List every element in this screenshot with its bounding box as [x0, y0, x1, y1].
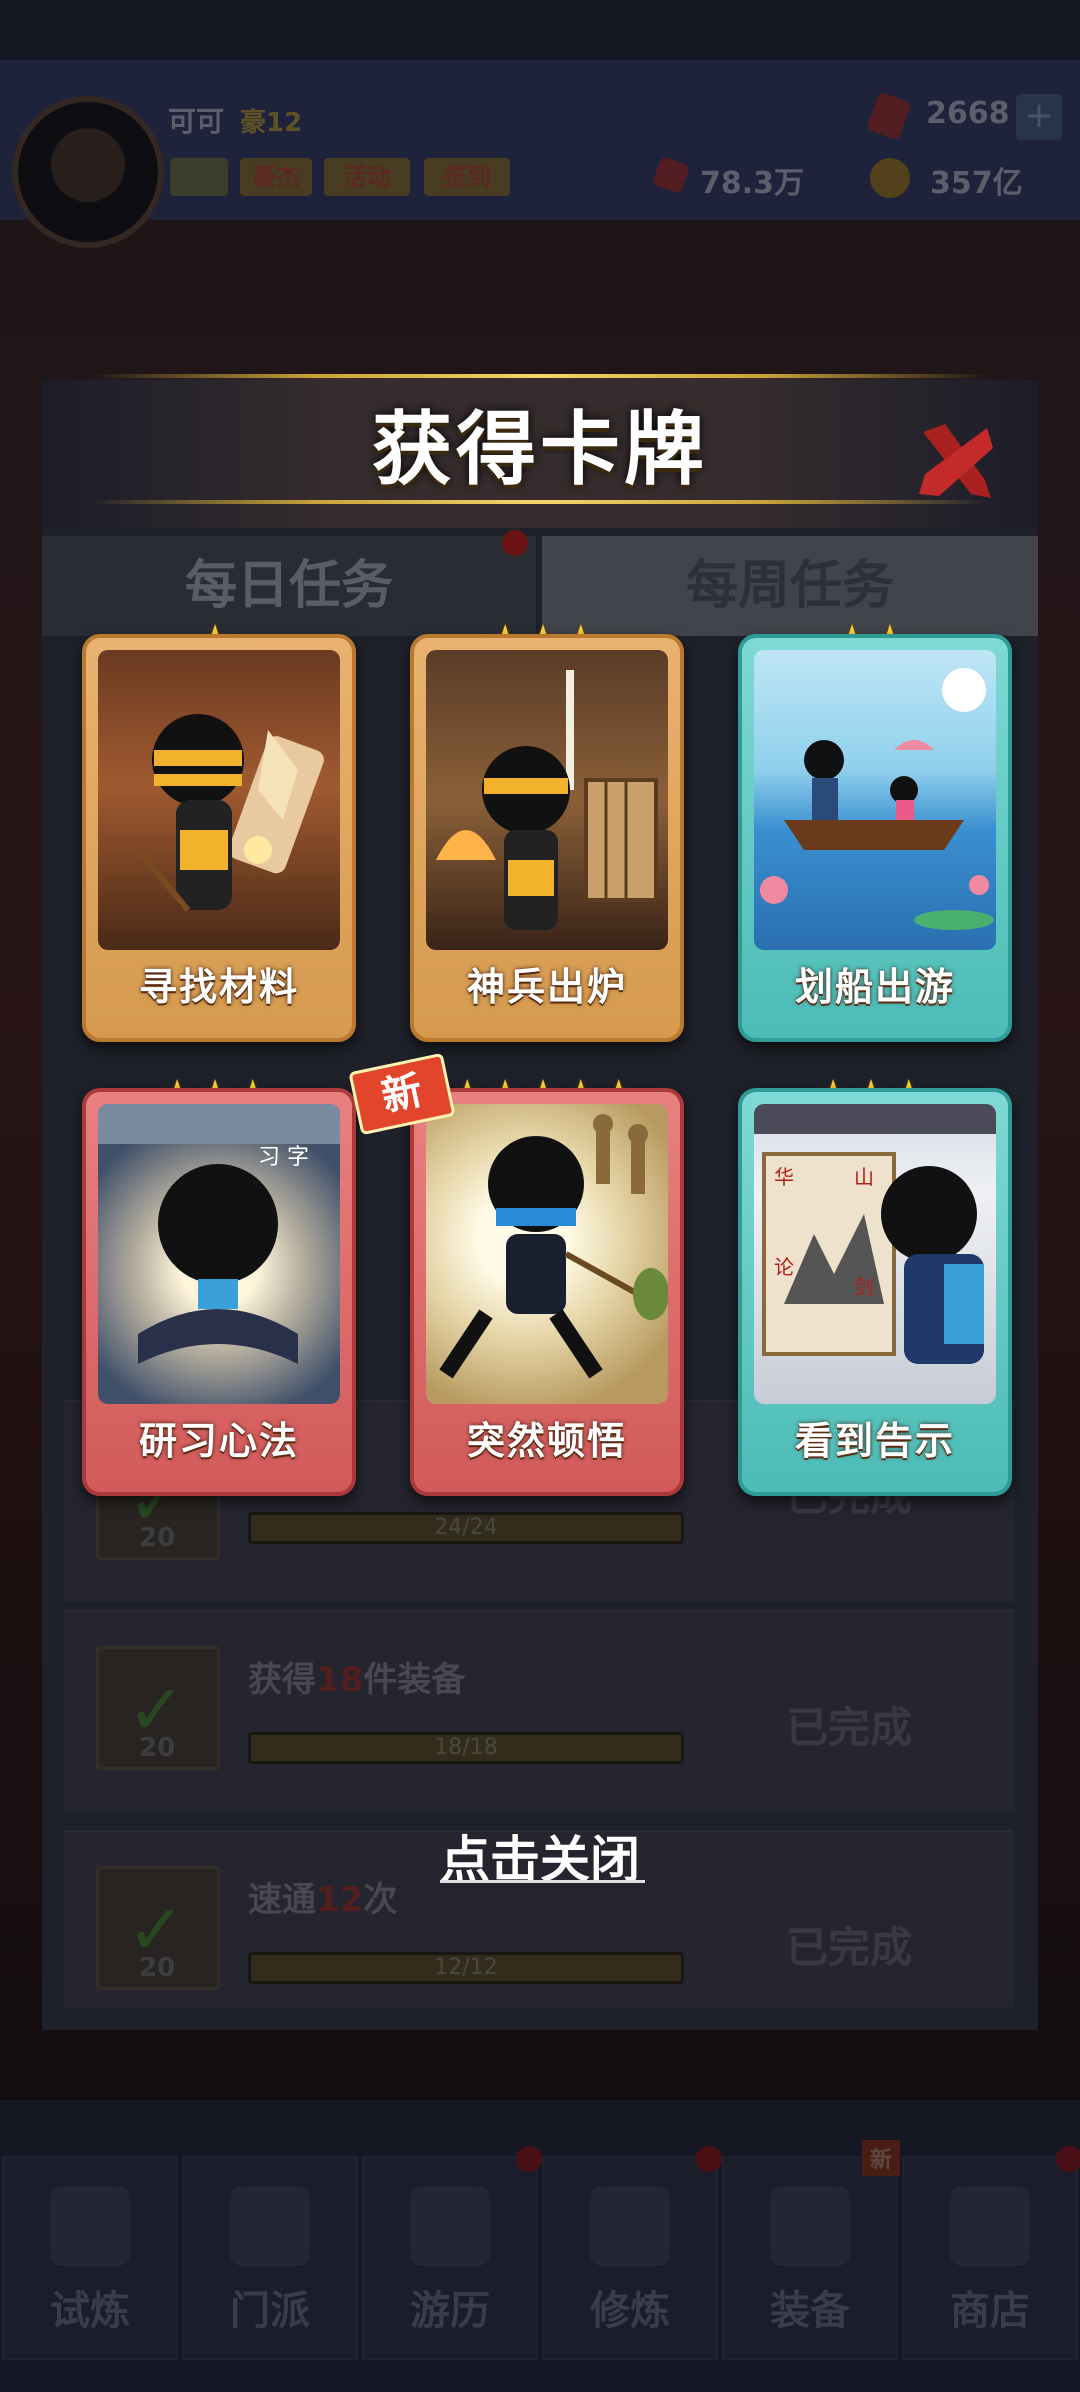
card-boat-trip[interactable]: 划船出游	[738, 634, 1012, 1042]
close-icon[interactable]	[905, 410, 1005, 510]
card-name: 划船出游	[794, 965, 955, 1009]
gold-divider	[90, 374, 990, 378]
tap-close-underline	[440, 1880, 645, 1883]
notification-dot	[502, 530, 528, 556]
card-see-notice[interactable]: 华 山 论 剑 看到告示	[738, 1088, 1012, 1496]
card-art: 习 字	[98, 1104, 340, 1404]
card-find-materials[interactable]: 寻找材料	[82, 634, 356, 1042]
svg-text:习 字: 习 字	[258, 1145, 309, 1170]
card-art: 华 山 论 剑	[754, 1104, 996, 1404]
svg-text:华: 华	[774, 1165, 794, 1189]
card-art	[426, 1104, 668, 1404]
card-art	[754, 650, 996, 950]
card-sudden-enlightenment[interactable]: 突然顿悟	[410, 1088, 684, 1496]
svg-text:剑: 剑	[854, 1275, 874, 1299]
card-name: 寻找材料	[138, 965, 299, 1009]
card-name: 突然顿悟	[466, 1419, 627, 1463]
card-divine-weapon[interactable]: 神兵出炉	[410, 634, 684, 1042]
card-name: 神兵出炉	[466, 965, 627, 1009]
card-study-method[interactable]: 习 字 研习心法	[82, 1088, 356, 1496]
card-name: 看到告示	[794, 1419, 955, 1463]
card-art	[98, 650, 340, 950]
svg-text:论: 论	[774, 1255, 794, 1279]
card-art	[426, 650, 668, 950]
svg-text:山: 山	[854, 1165, 874, 1189]
card-name: 研习心法	[138, 1419, 299, 1463]
